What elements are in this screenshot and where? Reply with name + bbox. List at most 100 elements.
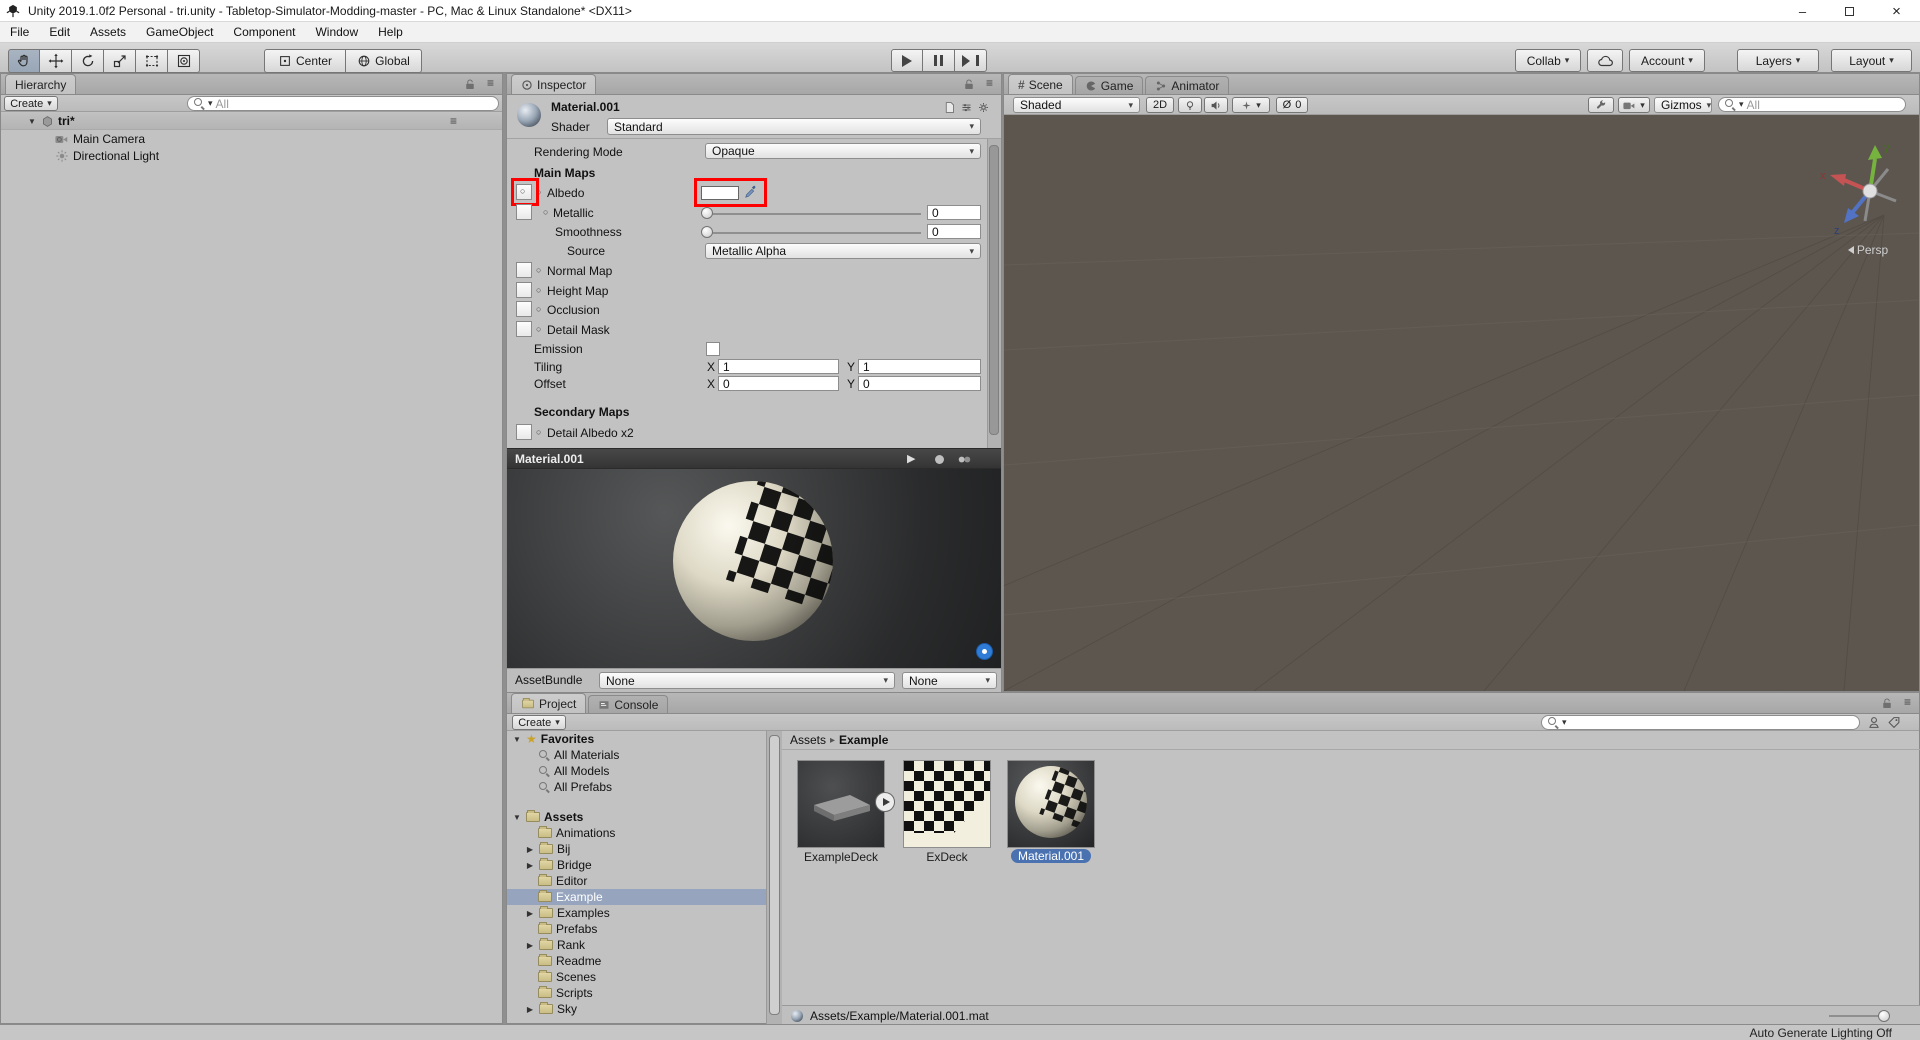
cloud-button[interactable]: [1587, 49, 1623, 72]
preview-sphere-toggle-icon[interactable]: [933, 453, 946, 466]
presets-icon[interactable]: [960, 101, 973, 114]
detail-mask-picker-icon[interactable]: ○: [536, 324, 541, 334]
file-thumbnail-exdeck[interactable]: [903, 760, 991, 848]
metallic-value-field[interactable]: 0: [927, 205, 981, 220]
panel-menu-icon[interactable]: ≡: [487, 76, 494, 90]
help-doc-icon[interactable]: [943, 101, 956, 114]
breadcrumb-current[interactable]: Example: [839, 733, 888, 747]
rendering-mode-dropdown[interactable]: Opaque: [705, 143, 981, 159]
minimize-button[interactable]: –: [1779, 0, 1826, 22]
project-tree-scrollbar[interactable]: [766, 731, 782, 1025]
inspector-scrollbar[interactable]: [987, 139, 1001, 448]
project-search-input[interactable]: ▾: [1541, 715, 1860, 730]
gizmo-x-axis-cone[interactable]: [1830, 174, 1846, 186]
smoothness-value-field[interactable]: 0: [927, 224, 981, 239]
asset-labels-icon[interactable]: [976, 643, 993, 660]
asset-preview-play-button[interactable]: [875, 792, 895, 812]
scene-orientation-gizmo[interactable]: y x z: [1816, 137, 1919, 241]
pivot-toggle-button[interactable]: Center: [264, 49, 346, 73]
scene-audio-toggle[interactable]: [1204, 97, 1228, 113]
menu-component[interactable]: Component: [223, 22, 305, 42]
file-label-exampledeck[interactable]: ExampleDeck: [797, 850, 885, 864]
tree-folder-scripts[interactable]: Scripts: [507, 985, 766, 1001]
smoothness-slider[interactable]: [705, 232, 921, 234]
tree-favorites[interactable]: ▼ ★ Favorites: [507, 731, 766, 747]
gizmo-center-cube[interactable]: [1862, 183, 1878, 199]
preview-play-icon[interactable]: ▶: [907, 452, 915, 465]
tree-folder-prefabs[interactable]: Prefabs: [507, 921, 766, 937]
2d-toggle-button[interactable]: 2D: [1146, 97, 1174, 113]
tab-project[interactable]: Project: [511, 693, 587, 713]
layout-dropdown[interactable]: Layout ▾: [1831, 49, 1912, 72]
scene-viewport[interactable]: y x z Persp: [1004, 115, 1919, 691]
metallic-slider-thumb[interactable]: [701, 207, 713, 219]
metallic-picker-icon[interactable]: ○: [543, 207, 548, 217]
detail-albedo-texture-slot[interactable]: [516, 424, 532, 440]
detail-mask-texture-slot[interactable]: [516, 321, 532, 337]
hierarchy-item-main-camera[interactable]: Main Camera: [1, 131, 502, 147]
tab-scene[interactable]: # Scene: [1008, 74, 1073, 94]
tiling-x-field[interactable]: 1: [718, 359, 839, 374]
scene-visibility-toggle[interactable]: Ø 0: [1276, 97, 1308, 113]
tree-folder-scenes[interactable]: Scenes: [507, 969, 766, 985]
thumbnail-size-slider[interactable]: [1829, 1015, 1885, 1017]
hand-tool-button[interactable]: [8, 49, 40, 73]
offset-x-field[interactable]: 0: [718, 376, 839, 391]
rotate-tool-button[interactable]: [72, 49, 104, 73]
inspector-scrollbar-thumb[interactable]: [989, 145, 999, 435]
scene-tools-button[interactable]: [1588, 97, 1614, 113]
gizmos-dropdown[interactable]: Gizmos: [1654, 97, 1712, 113]
height-map-picker-icon[interactable]: ○: [536, 285, 541, 295]
lock-icon[interactable]: [963, 78, 975, 91]
tree-folder-animations[interactable]: Animations: [507, 825, 766, 841]
metallic-texture-slot[interactable]: [516, 204, 532, 220]
tree-folder-examples[interactable]: ▶ Examples: [507, 905, 766, 921]
expand-arrow-icon[interactable]: ▶: [525, 909, 535, 918]
close-button[interactable]: ×: [1873, 0, 1920, 22]
expand-arrow-icon[interactable]: ▶: [525, 845, 535, 854]
tree-all-materials[interactable]: All Materials: [507, 747, 766, 763]
assetbundle-dropdown[interactable]: None: [599, 672, 895, 689]
scale-tool-button[interactable]: [104, 49, 136, 73]
tab-animator[interactable]: Animator: [1145, 76, 1230, 94]
tab-hierarchy[interactable]: Hierarchy: [5, 74, 77, 94]
detail-albedo-picker-icon[interactable]: ○: [536, 427, 541, 437]
hierarchy-search-input[interactable]: ▾ All: [187, 96, 499, 111]
gear-icon[interactable]: [977, 101, 990, 114]
transform-tool-button[interactable]: [168, 49, 200, 73]
panel-menu-icon[interactable]: ≡: [986, 76, 993, 90]
scene-camera-dropdown[interactable]: ▾: [1618, 97, 1650, 113]
file-thumbnail-exampledeck[interactable]: [797, 760, 885, 848]
offset-y-field[interactable]: 0: [858, 376, 981, 391]
tab-console[interactable]: Console: [588, 695, 669, 713]
scene-effects-dropdown[interactable]: ▾: [1232, 97, 1270, 113]
step-button[interactable]: [955, 49, 987, 72]
shader-dropdown[interactable]: Standard: [607, 118, 981, 135]
project-tree-scrollbar-thumb[interactable]: [769, 735, 780, 1015]
gizmo-y-axis-cone[interactable]: [1868, 145, 1882, 160]
menu-file[interactable]: File: [0, 22, 39, 42]
occlusion-picker-icon[interactable]: ○: [536, 304, 541, 314]
menu-help[interactable]: Help: [368, 22, 413, 42]
tree-folder-bij[interactable]: ▶ Bij: [507, 841, 766, 857]
menu-window[interactable]: Window: [305, 22, 368, 42]
tab-inspector[interactable]: Inspector: [511, 74, 597, 94]
menu-edit[interactable]: Edit: [39, 22, 80, 42]
account-dropdown[interactable]: Account ▾: [1629, 49, 1705, 72]
height-map-texture-slot[interactable]: [516, 282, 532, 298]
collab-dropdown[interactable]: Collab ▾: [1515, 49, 1581, 72]
preview-header[interactable]: Material.001 ▶: [507, 448, 1001, 469]
tree-all-models[interactable]: All Models: [507, 763, 766, 779]
thumbnail-size-slider-thumb[interactable]: [1878, 1010, 1890, 1022]
tree-folder-bridge[interactable]: ▶ Bridge: [507, 857, 766, 873]
file-label-material[interactable]: Material.001: [1007, 849, 1095, 863]
lock-icon[interactable]: [464, 78, 476, 91]
space-toggle-button[interactable]: Global: [346, 49, 422, 73]
material-preview-area[interactable]: [507, 469, 1001, 668]
menu-gameobject[interactable]: GameObject: [136, 22, 223, 42]
tree-folder-editor[interactable]: Editor: [507, 873, 766, 889]
foldout-icon[interactable]: ▼: [512, 735, 522, 744]
tree-assets-root[interactable]: ▼ Assets: [507, 809, 766, 825]
tree-folder-readme[interactable]: Readme: [507, 953, 766, 969]
file-label-exdeck[interactable]: ExDeck: [903, 850, 991, 864]
